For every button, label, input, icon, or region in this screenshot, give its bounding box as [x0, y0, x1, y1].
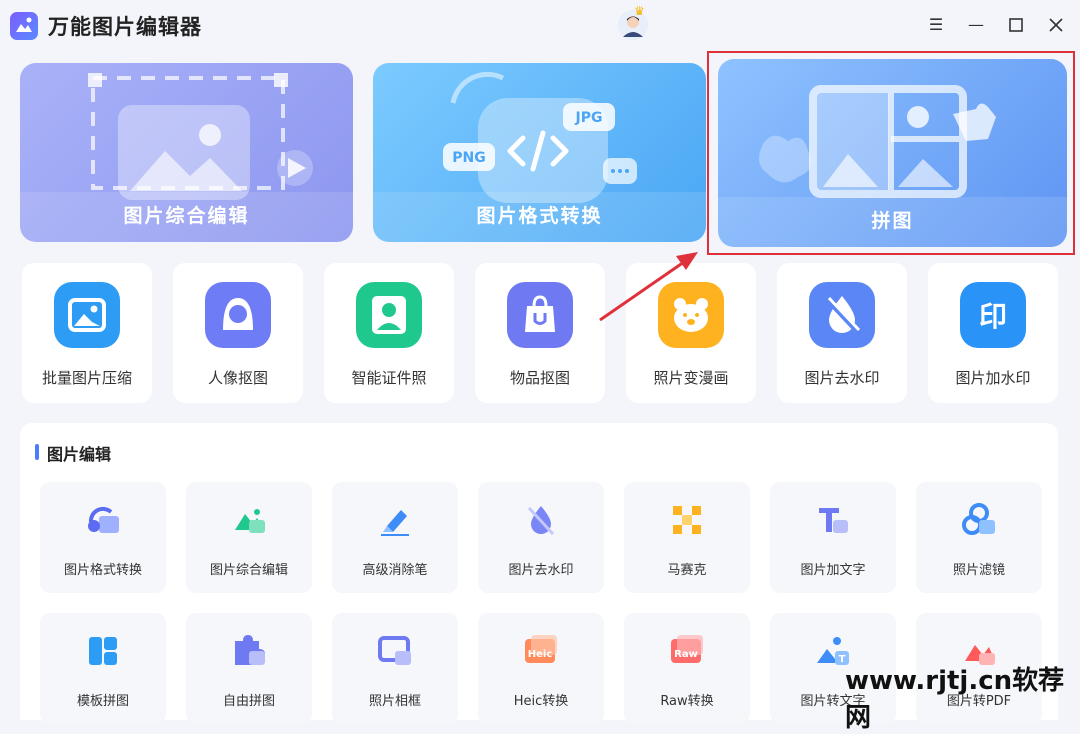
droplet-slash-icon	[521, 500, 561, 540]
edit-label: 照片相框	[368, 694, 421, 709]
tool-label: 图片去水印	[804, 369, 880, 387]
portrait-icon	[205, 282, 271, 348]
section-title: 图片编辑	[47, 445, 112, 464]
edit-heic-convert[interactable]: Heic Heic转换	[478, 613, 604, 724]
puzzle-icon	[229, 631, 269, 671]
feature-card-format-convert[interactable]: PNG JPG 图片格式转换	[373, 63, 706, 242]
edit-label: 照片滤镜	[952, 563, 1005, 578]
minimize-icon[interactable]: —	[965, 14, 987, 36]
tool-remove-watermark[interactable]: 图片去水印	[777, 263, 907, 403]
edit-comprehensive[interactable]: 图片综合编辑	[186, 482, 312, 593]
tool-label: 批量图片压缩	[41, 369, 132, 387]
section-accent-bar	[35, 444, 39, 460]
edit-mosaic[interactable]: 马赛克	[624, 482, 750, 593]
svg-text:Heic: Heic	[528, 649, 553, 660]
vip-crown-icon: ♛	[634, 4, 645, 18]
format-convert-icon	[83, 500, 123, 540]
edit-format-convert[interactable]: 图片格式转换	[40, 482, 166, 593]
template-grid-icon	[83, 631, 123, 671]
feature-card-image-edit[interactable]: 图片综合编辑	[20, 63, 353, 242]
edit-label: 自由拼图	[222, 694, 275, 709]
close-icon[interactable]	[1045, 14, 1067, 36]
edit-add-text[interactable]: 图片加文字	[770, 482, 896, 593]
edit-label: 马赛克	[667, 563, 707, 578]
svg-text:Raw: Raw	[674, 649, 698, 660]
edit-label: 图片格式转换	[63, 563, 142, 578]
text-icon	[813, 500, 853, 540]
tool-label: 物品抠图	[509, 369, 570, 387]
tool-object-cutout[interactable]: 物品抠图	[475, 263, 605, 403]
edit-label: 高级消除笔	[362, 563, 428, 578]
photo-frame-icon	[375, 631, 415, 671]
tool-label: 人像抠图	[207, 369, 268, 387]
feature-card-label: 图片格式转换	[476, 205, 603, 227]
edit-template-collage[interactable]: 模板拼图	[40, 613, 166, 724]
cartoon-bear-icon	[658, 282, 724, 348]
maximize-icon[interactable]	[1005, 14, 1027, 36]
edit-picture-icon	[229, 500, 269, 540]
edit-raw-convert[interactable]: Raw Raw转换	[624, 613, 750, 724]
menu-icon[interactable]: ☰	[925, 14, 947, 36]
highlight-box	[707, 51, 1075, 255]
id-photo-icon	[356, 282, 422, 348]
tool-portrait-cutout[interactable]: 人像抠图	[173, 263, 303, 403]
edit-label: Raw转换	[660, 694, 714, 709]
eraser-pen-icon	[375, 500, 415, 540]
edit-eraser-pen[interactable]: 高级消除笔	[332, 482, 458, 593]
tool-photo-to-cartoon[interactable]: 照片变漫画	[626, 263, 756, 403]
raw-file-icon: Raw	[667, 631, 707, 671]
tool-id-photo[interactable]: 智能证件照	[324, 263, 454, 403]
edit-remove-watermark[interactable]: 图片去水印	[478, 482, 604, 593]
image-compress-icon	[54, 282, 120, 348]
png-badge: PNG	[452, 150, 485, 166]
droplet-slash-icon	[809, 282, 875, 348]
jpg-badge: JPG	[575, 110, 603, 126]
edit-label: 图片加文字	[800, 563, 866, 578]
feature-card-label: 图片综合编辑	[123, 205, 250, 227]
edit-photo-filter[interactable]: 照片滤镜	[916, 482, 1042, 593]
edit-label: 图片综合编辑	[209, 563, 288, 578]
edit-photo-frame[interactable]: 照片相框	[332, 613, 458, 724]
title-bar: 万能图片编辑器 ♛ ☰ —	[0, 0, 1080, 52]
tool-add-watermark[interactable]: 印 图片加水印	[928, 263, 1058, 403]
mosaic-icon	[667, 500, 707, 540]
heic-file-icon: Heic	[521, 631, 561, 671]
stamp-icon: 印	[960, 282, 1026, 348]
svg-text:印: 印	[979, 300, 1007, 333]
tool-batch-compress[interactable]: 批量图片压缩	[22, 263, 152, 403]
site-watermark: www.rjtj.cn软荐网	[845, 666, 1065, 733]
tool-label: 图片加水印	[955, 369, 1031, 387]
tool-label: 照片变漫画	[653, 369, 729, 387]
edit-label: 图片去水印	[508, 563, 574, 578]
shopping-bag-icon	[507, 282, 573, 348]
edit-label: Heic转换	[513, 694, 569, 709]
edit-label: 模板拼图	[76, 694, 129, 709]
tool-label: 智能证件照	[351, 369, 427, 387]
filter-icon	[959, 500, 999, 540]
app-title: 万能图片编辑器	[48, 15, 202, 39]
app-logo-icon	[10, 12, 38, 40]
edit-free-collage[interactable]: 自由拼图	[186, 613, 312, 724]
